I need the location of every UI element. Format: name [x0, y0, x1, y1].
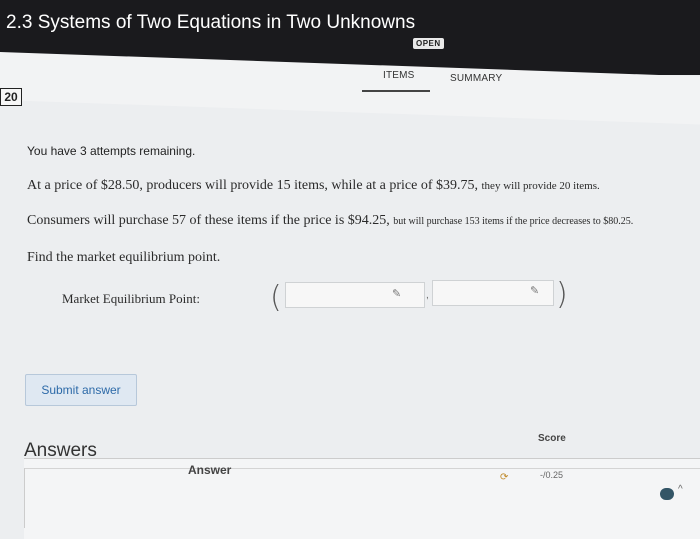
question-text-line-2: Consumers will purchase 57 of these item…	[27, 213, 633, 229]
help-icon[interactable]	[660, 488, 674, 500]
question-text-line-1: At a price of $28.50, producers will pro…	[27, 178, 600, 194]
question-text-line-1-end: they will provide 20 items.	[481, 180, 600, 192]
attempts-remaining: You have 3 attempts remaining.	[27, 144, 196, 158]
question-prompt: Find the market equilibrium point.	[27, 250, 221, 265]
page-title: 2.3 Systems of Two Equations in Two Unkn…	[6, 12, 416, 33]
question-text-line-1-main: At a price of $28.50, producers will pro…	[27, 178, 482, 193]
close-paren: )	[556, 277, 568, 312]
equilibrium-x-input[interactable]	[285, 282, 425, 308]
market-equilibrium-label: Market Equilibrium Point:	[62, 291, 200, 306]
question-text-line-2-main: Consumers will purchase 57 of these item…	[27, 213, 394, 228]
question-text-line-2-end: but will purchase 153 items if the price…	[393, 216, 634, 227]
question-number[interactable]: 20	[0, 88, 22, 106]
table-divider	[24, 468, 25, 528]
score-column-header: Score	[538, 433, 566, 444]
score-value: -/0.25	[540, 470, 564, 480]
pencil-icon: ✎	[392, 287, 402, 300]
answer-column-header: Answer	[188, 463, 232, 477]
pencil-icon: ✎	[530, 284, 540, 297]
status-icon: ⟳	[500, 472, 509, 483]
answers-table	[24, 458, 700, 539]
tab-summary[interactable]: SUMMARY	[450, 73, 502, 84]
table-divider	[24, 468, 700, 469]
active-tab-indicator	[362, 90, 430, 92]
submit-answer-button[interactable]: Submit answer	[25, 374, 137, 406]
open-paren: (	[270, 280, 282, 315]
coordinate-separator: ,	[426, 290, 429, 301]
chevron-up-icon[interactable]: ^	[678, 484, 683, 495]
status-badge: OPEN	[413, 38, 444, 49]
tab-items[interactable]: ITEMS	[383, 70, 415, 81]
